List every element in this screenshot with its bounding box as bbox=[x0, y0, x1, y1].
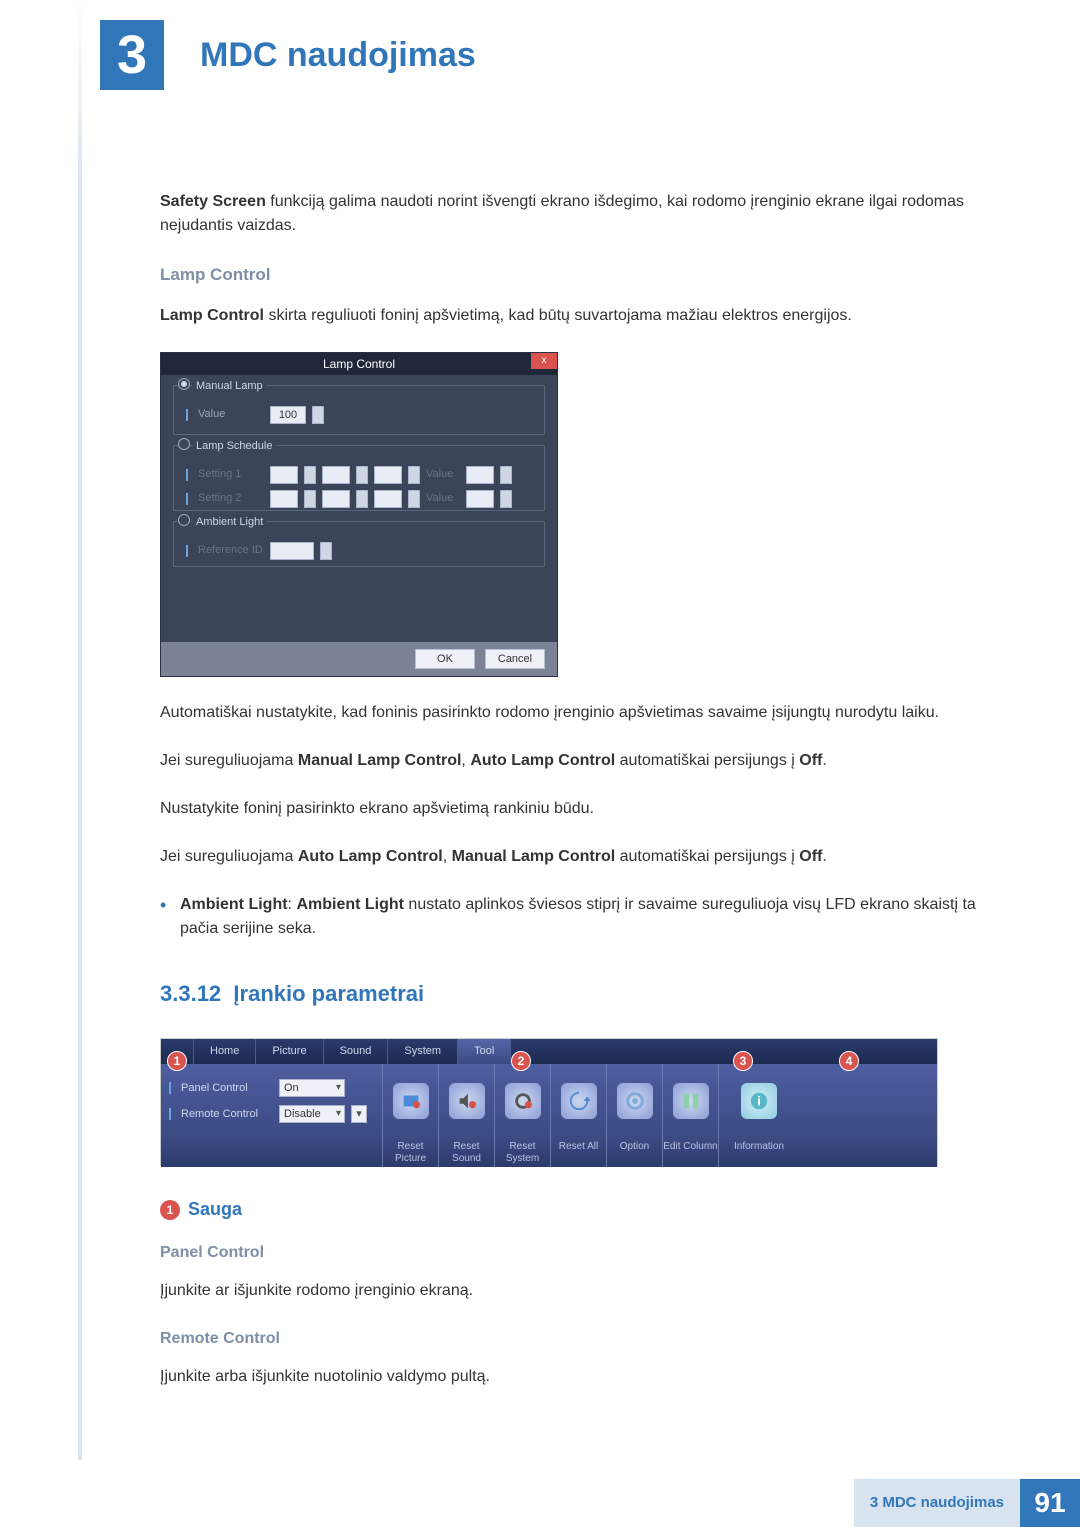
lamp-schedule-legend: Lamp Schedule bbox=[192, 438, 276, 455]
dialog-title-bar: Lamp Control x bbox=[161, 353, 557, 375]
safety-screen-bold: Safety Screen bbox=[160, 193, 266, 210]
setting2-m[interactable] bbox=[322, 490, 350, 508]
manual-value-input[interactable]: 100 bbox=[270, 406, 306, 424]
tab-picture[interactable]: Picture bbox=[256, 1039, 323, 1064]
stepper-icon[interactable]: ▴▾ bbox=[304, 490, 316, 508]
value-stepper[interactable]: ▸ bbox=[312, 406, 324, 424]
edit-column-label: Edit Column bbox=[663, 1139, 719, 1167]
stepper-icon[interactable]: ▸ bbox=[500, 466, 512, 484]
auto-lamp-paragraph: Jei sureguliuojama Auto Lamp Control, Ma… bbox=[160, 845, 1010, 869]
stepper-icon[interactable]: ▴▾ bbox=[356, 490, 368, 508]
bullet-icon: • bbox=[160, 893, 180, 941]
callout-badge-4: 4 bbox=[839, 1051, 859, 1071]
close-icon[interactable]: x bbox=[531, 353, 557, 369]
panel-control-label: Panel Control bbox=[181, 1080, 273, 1097]
setting1-value[interactable] bbox=[466, 466, 494, 484]
remote-control-desc: Įjunkite arba išjunkite nuotolinio valdy… bbox=[160, 1365, 1010, 1389]
lamp-schedule-radio[interactable] bbox=[178, 438, 190, 450]
reset-picture-label: Reset Picture bbox=[383, 1139, 439, 1167]
value-label: Value bbox=[426, 490, 460, 507]
footer-page-number: 91 bbox=[1020, 1479, 1080, 1527]
panel-control-desc: Įjunkite ar išjunkite rodomo įrenginio e… bbox=[160, 1279, 1010, 1303]
value-label: Value bbox=[426, 466, 460, 483]
reset-system-label: Reset System bbox=[495, 1139, 551, 1167]
setting1-h[interactable] bbox=[270, 466, 298, 484]
reset-sound-icon[interactable] bbox=[449, 1083, 485, 1119]
sauga-heading: 1Sauga bbox=[160, 1196, 1010, 1223]
remote-control-label: Remote Control bbox=[181, 1106, 273, 1123]
callout-number-1: 1 bbox=[160, 1200, 180, 1220]
chevron-down-icon[interactable]: ▾ bbox=[351, 1105, 367, 1123]
chapter-number: 3 bbox=[100, 20, 164, 90]
reset-sound-label: Reset Sound bbox=[439, 1139, 495, 1167]
setting1-s[interactable] bbox=[374, 466, 402, 484]
tab-home[interactable]: Home bbox=[194, 1039, 256, 1064]
setting1-label: Setting 1 bbox=[198, 466, 264, 483]
tab-tool[interactable]: Tool bbox=[458, 1039, 511, 1064]
ambient-light-bullet: • Ambient Light: Ambient Light nustato a… bbox=[160, 893, 1010, 941]
reset-system-icon[interactable] bbox=[505, 1083, 541, 1119]
callout-badge-2: 2 bbox=[511, 1051, 531, 1071]
ok-button[interactable]: OK bbox=[415, 649, 475, 669]
lamp-control-dialog: Lamp Control x Manual Lamp Value 100 ▸ L… bbox=[160, 352, 558, 677]
remote-control-select[interactable]: Disable bbox=[279, 1105, 345, 1123]
stepper-icon[interactable]: ▸ bbox=[500, 490, 512, 508]
safety-screen-paragraph: Safety Screen funkciją galima naudoti no… bbox=[160, 190, 1010, 238]
stepper-icon[interactable]: ▴▾ bbox=[408, 490, 420, 508]
reference-id-select[interactable] bbox=[270, 542, 314, 560]
cancel-button[interactable]: Cancel bbox=[485, 649, 545, 669]
chapter-title: MDC naudojimas bbox=[200, 30, 476, 81]
svg-text:i: i bbox=[757, 1094, 761, 1109]
setting2-h[interactable] bbox=[270, 490, 298, 508]
lamp-control-heading: Lamp Control bbox=[160, 262, 1010, 288]
footer-chapter-text: 3 MDC naudojimas bbox=[854, 1479, 1020, 1527]
information-label: Information bbox=[719, 1139, 799, 1167]
reset-all-label: Reset All bbox=[551, 1139, 607, 1167]
edit-column-icon[interactable] bbox=[673, 1083, 709, 1119]
stepper-icon[interactable]: ▴▾ bbox=[356, 466, 368, 484]
option-icon[interactable] bbox=[617, 1083, 653, 1119]
panel-control-select[interactable]: On bbox=[279, 1079, 345, 1097]
lamp-control-desc: Lamp Control skirta reguliuoti foninį ap… bbox=[160, 304, 1010, 328]
tab-sound[interactable]: Sound bbox=[324, 1039, 389, 1064]
section-heading: 3.3.12 Įrankio parametrai bbox=[160, 977, 1010, 1010]
value-label: Value bbox=[198, 406, 264, 423]
tool-ribbon: 1 2 3 4 Home Picture Sound System Tool P… bbox=[160, 1038, 938, 1166]
manual-lamp-radio[interactable] bbox=[178, 378, 190, 390]
reset-picture-icon[interactable] bbox=[393, 1083, 429, 1119]
callout-badge-1: 1 bbox=[167, 1051, 187, 1071]
ambient-light-radio[interactable] bbox=[178, 514, 190, 526]
setting1-m[interactable] bbox=[322, 466, 350, 484]
callout-badge-3: 3 bbox=[733, 1051, 753, 1071]
stepper-icon[interactable]: ▴▾ bbox=[408, 466, 420, 484]
setting2-s[interactable] bbox=[374, 490, 402, 508]
manual-lamp-paragraph: Jei sureguliuojama Manual Lamp Control, … bbox=[160, 749, 1010, 773]
setting2-label: Setting 2 bbox=[198, 490, 264, 507]
stepper-icon[interactable]: ▴▾ bbox=[304, 466, 316, 484]
page-footer: 3 MDC naudojimas 91 bbox=[0, 1479, 1080, 1527]
reset-all-icon[interactable] bbox=[561, 1083, 597, 1119]
setting2-value[interactable] bbox=[466, 490, 494, 508]
tab-system[interactable]: System bbox=[388, 1039, 458, 1064]
chevron-down-icon[interactable]: ▾ bbox=[320, 542, 332, 560]
information-icon[interactable]: i bbox=[741, 1083, 777, 1119]
reference-id-label: Reference ID bbox=[198, 542, 264, 559]
manual-lamp-legend: Manual Lamp bbox=[192, 378, 267, 395]
set-bg-paragraph: Nustatykite foninį pasirinkto ekrano apš… bbox=[160, 797, 1010, 821]
option-label: Option bbox=[607, 1139, 663, 1167]
ambient-light-legend: Ambient Light bbox=[192, 514, 267, 531]
auto-bg-paragraph: Automatiškai nustatykite, kad foninis pa… bbox=[160, 701, 1010, 725]
panel-control-heading: Panel Control bbox=[160, 1241, 1010, 1265]
remote-control-heading: Remote Control bbox=[160, 1327, 1010, 1351]
